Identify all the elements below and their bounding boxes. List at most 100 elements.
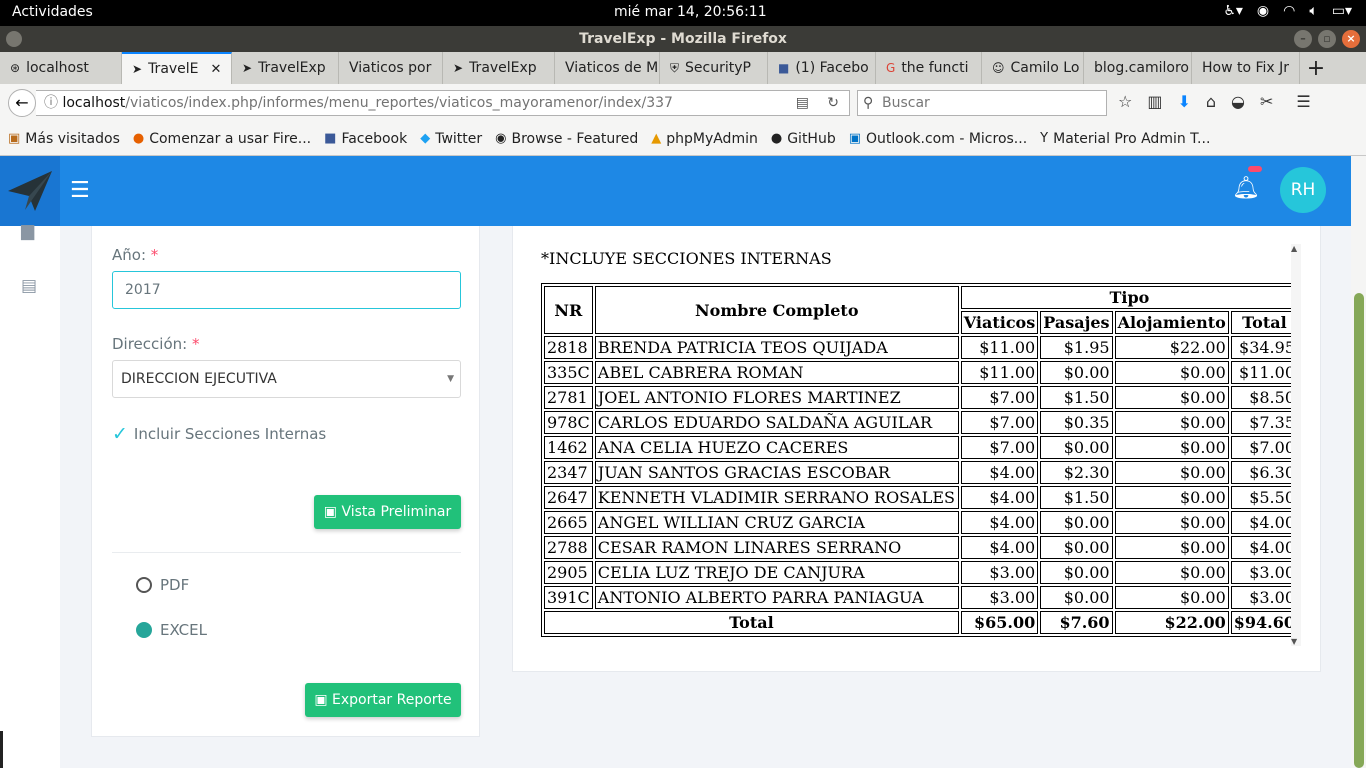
url-bar[interactable]: ⓘ localhost/viaticos/index.php/informes/… xyxy=(36,90,850,116)
scroll-down-icon[interactable]: ▼ xyxy=(1291,637,1297,646)
bookmark-facebook[interactable]: ■ Facebook xyxy=(324,131,407,147)
shield-icon: ⛨ xyxy=(670,60,680,75)
battery-icon[interactable]: ▭▾ xyxy=(1332,3,1352,19)
library-icon[interactable]: ▥ xyxy=(1147,92,1162,111)
bookmark-star-icon[interactable]: ☆ xyxy=(1118,92,1132,111)
bus-icon[interactable]: ▆ xyxy=(21,221,34,241)
document-icon[interactable]: ▤ xyxy=(21,276,37,296)
radio-excel[interactable]: EXCEL xyxy=(136,621,207,639)
wifi-icon[interactable]: ◠ xyxy=(1283,3,1295,19)
reader-view-icon[interactable]: ▤ xyxy=(796,91,809,115)
table-row: 2788 CESAR RAMON LINARES SERRANO $4.00 $0.… xyxy=(544,536,1298,559)
tab-facebook[interactable]: ■ (1) Facebo xyxy=(768,52,876,84)
accessibility-icon[interactable]: ♿▾ xyxy=(1223,3,1243,19)
window-title: TravelExp - Mozilla Firefox xyxy=(579,31,787,47)
scrollbar-thumb[interactable] xyxy=(1354,293,1364,768)
radio-pdf-circle[interactable] xyxy=(136,577,152,593)
preview-button[interactable]: ▣ Vista Preliminar xyxy=(314,495,461,529)
tab-viaticos-por[interactable]: Viaticos por xyxy=(339,52,443,84)
hamburger-menu-icon[interactable]: ☰ xyxy=(70,178,90,203)
radio-excel-circle[interactable] xyxy=(136,622,152,638)
tab-travelexp-2[interactable]: ➤ TravelExp xyxy=(443,52,555,84)
table-row: 2665 ANGEL WILLIAN CRUZ GARCIA $4.00 $0.00… xyxy=(544,511,1298,534)
maximize-button[interactable]: ▫ xyxy=(1318,30,1336,48)
plane-logo-icon[interactable] xyxy=(0,156,60,226)
bookmark-outlook[interactable]: ▣ Outlook.com - Micros... xyxy=(849,131,1027,147)
year-field[interactable]: 2017 xyxy=(112,271,461,309)
tab-camilo[interactable]: ☺ Camilo Lo xyxy=(982,52,1084,84)
report-scrollbar[interactable]: ▲ ▼ xyxy=(1291,244,1301,646)
direction-select[interactable]: DIRECCION EJECUTIVA ▼ xyxy=(112,360,461,398)
bell-icon[interactable]: 🔔︎ xyxy=(1232,176,1260,201)
plane-icon: ➤ xyxy=(242,61,253,75)
report-table: NR Nombre Completo Tipo Viaticos Pasajes… xyxy=(541,283,1301,637)
notification-dot xyxy=(1248,166,1262,172)
menu-icon[interactable]: ☰ xyxy=(1296,92,1310,111)
navigation-bar: ← ⓘ localhost/viaticos/index.php/informe… xyxy=(0,84,1366,122)
report-preview-frame[interactable]: *INCLUYE SECCIONES INTERNAS NR Nombre Co… xyxy=(541,244,1301,646)
download-icon[interactable]: ⬇ xyxy=(1177,92,1190,111)
clock[interactable]: mié mar 14, 20:56:11 xyxy=(614,4,767,20)
scroll-up-icon[interactable]: ▲ xyxy=(1291,244,1297,253)
system-tray[interactable]: ♿▾ ◉ ◠ 🔈︎ ▭▾ xyxy=(1223,3,1352,19)
facebook-icon: ■ xyxy=(324,131,337,146)
pocket-icon[interactable]: ◒ xyxy=(1231,92,1245,111)
tab-travelexp-active[interactable]: ➤ TravelE ✕ xyxy=(122,52,232,84)
activities-button[interactable]: Actividades xyxy=(12,4,93,20)
close-window-button[interactable]: × xyxy=(1342,30,1360,48)
info-icon[interactable]: ⓘ xyxy=(44,95,62,111)
radio-pdf[interactable]: PDF xyxy=(136,576,189,594)
bookmarks-toolbar: ▣ Más visitados ● Comenzar a usar Fire... … xyxy=(0,122,1366,156)
tab-security[interactable]: ⛨ SecurityP xyxy=(660,52,768,84)
pdf-file-icon: ▣ xyxy=(323,504,338,520)
table-row: 2905 CELIA LUZ TREJO DE CANJURA $3.00 $0.0… xyxy=(544,561,1298,584)
tab-localhost[interactable]: ⊛ localhost xyxy=(0,52,122,84)
search-icon: ⚲ xyxy=(863,95,874,111)
ubuntu-icon: ⊛ xyxy=(10,61,21,75)
reload-icon[interactable]: ↻ xyxy=(827,91,839,115)
tab-blog[interactable]: blog.camiloro xyxy=(1084,52,1192,84)
bookmark-phpmyadmin[interactable]: ▲ phpMyAdmin xyxy=(651,131,758,147)
col-pasajes-header: Pasajes xyxy=(1040,311,1113,334)
divider xyxy=(112,552,461,553)
table-row: 2647 KENNETH VLADIMIR SERRANO ROSALES $4.… xyxy=(544,486,1298,509)
home-icon[interactable]: ⌂ xyxy=(1206,92,1216,111)
avatar[interactable]: RH xyxy=(1280,167,1326,213)
github-icon: ● xyxy=(770,131,783,146)
bookmark-mas-visitados[interactable]: ▣ Más visitados xyxy=(8,131,120,147)
tab-google[interactable]: Gthe functi xyxy=(876,52,982,84)
export-report-button[interactable]: ▣ Exportar Reporte xyxy=(305,683,461,717)
network-icon[interactable]: ◉ xyxy=(1257,3,1269,19)
table-row: 1462 ANA CELIA HUEZO CACERES $7.00 $0.00 $… xyxy=(544,436,1298,459)
tab-travelexp[interactable]: ➤ TravelExp xyxy=(232,52,339,84)
year-label: Año: * xyxy=(112,246,159,264)
plane-icon: ➤ xyxy=(453,61,464,75)
close-tab-icon[interactable]: ✕ xyxy=(211,62,222,77)
tab-strip: ⊛ localhost ➤ TravelE ✕ ➤ TravelExp Viaticos… xyxy=(0,52,1366,84)
bookmark-github[interactable]: ● GitHub xyxy=(771,131,836,147)
screenshot-icon[interactable]: ✂ xyxy=(1260,92,1273,111)
window-menu-button[interactable] xyxy=(6,31,22,47)
paper-plane-icon xyxy=(8,171,52,211)
col-tipo-header: Tipo xyxy=(960,286,1298,309)
report-note: *INCLUYE SECCIONES INTERNAS xyxy=(541,249,832,268)
phpmyadmin-icon: ▲ xyxy=(651,131,662,146)
table-row: 2818 BRENDA PATRICIA TEOS QUIJADA $11.00 $… xyxy=(544,336,1298,359)
new-tab-icon[interactable]: + xyxy=(1300,56,1332,81)
bookmark-materialpro[interactable]: Y Material Pro Admin T... xyxy=(1040,131,1210,147)
tab-how-to-fix[interactable]: How to Fix Jr xyxy=(1192,52,1300,84)
firefox-icon: ● xyxy=(132,131,145,146)
include-sections-checkbox[interactable]: ✓ Incluir Secciones Internas xyxy=(112,423,326,445)
app-header: ☰ 🔔︎ RH xyxy=(0,156,1351,226)
page-scrollbar[interactable] xyxy=(1351,156,1366,768)
bookmark-spotify[interactable]: ◉ Browse - Featured xyxy=(495,131,638,147)
volume-icon[interactable]: 🔈︎ xyxy=(1309,3,1317,19)
minimize-button[interactable]: – xyxy=(1294,30,1312,48)
report-form-card: Año: * 2017 Dirección: * DIRECCION EJECU… xyxy=(91,226,480,737)
bookmark-comenzar[interactable]: ● Comenzar a usar Fire... xyxy=(133,131,311,147)
pdf-file-icon: ▣ xyxy=(314,692,328,708)
back-arrow-icon[interactable]: ← xyxy=(8,89,36,117)
tab-viaticos-de[interactable]: Viaticos de M xyxy=(555,52,660,84)
bookmark-twitter[interactable]: ◆ Twitter xyxy=(420,131,482,147)
search-input[interactable]: ⚲ Buscar xyxy=(857,90,1107,116)
